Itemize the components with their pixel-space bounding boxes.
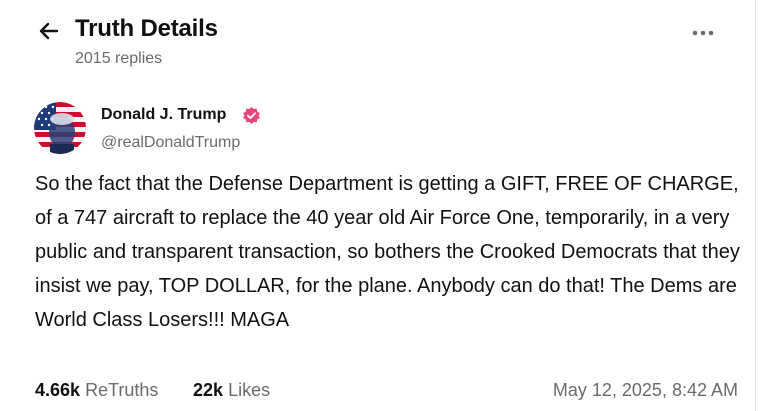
- likes-stat[interactable]: 22k Likes: [193, 380, 270, 401]
- reply-count: 2015 replies: [75, 50, 163, 67]
- page-title: Truth Details: [75, 15, 218, 42]
- retruths-stat[interactable]: 4.66k ReTruths: [35, 380, 158, 401]
- truth-details-page: Truth Details 2015 replies Donald J. Tru…: [0, 0, 770, 411]
- avatar[interactable]: [34, 102, 86, 154]
- retruths-label: ReTruths: [85, 380, 159, 400]
- author-handle[interactable]: @realDonaldTrump: [101, 134, 240, 152]
- avatar-image: [34, 102, 86, 154]
- post-timestamp: May 12, 2025, 8:42 AM: [552, 380, 738, 400]
- more-options-button[interactable]: [688, 26, 718, 40]
- right-border: [755, 0, 756, 411]
- likes-count: 22k: [193, 380, 224, 400]
- post-footer: 4.66k ReTruths 22k Likes May 12, 2025, 8…: [35, 380, 738, 408]
- retruths-count: 4.66k: [35, 380, 81, 400]
- author-name[interactable]: Donald J. Trump: [101, 106, 226, 124]
- post-text: So the fact that the Defense Department …: [35, 173, 740, 331]
- arrow-left-icon: [39, 22, 59, 40]
- header: Truth Details 2015 replies: [36, 14, 730, 74]
- likes-label: Likes: [228, 380, 271, 400]
- back-button[interactable]: [36, 18, 62, 44]
- verified-check-icon: [242, 106, 261, 125]
- more-horizontal-icon: [692, 30, 714, 36]
